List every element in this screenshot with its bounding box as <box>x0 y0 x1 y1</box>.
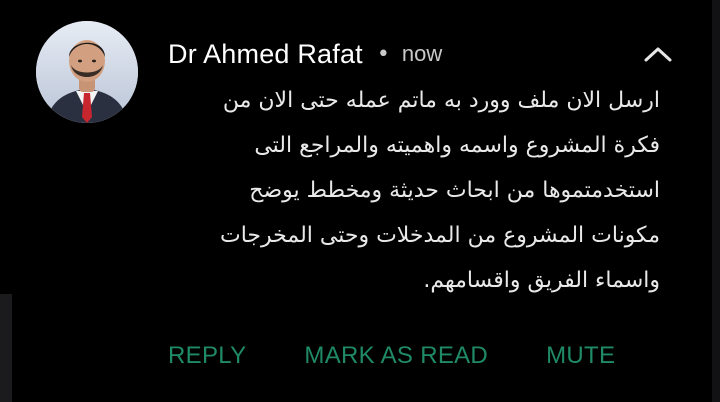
message-line: ارسل الان ملف وورد به ماتم عمله حتى الان… <box>222 88 660 113</box>
background-edge-right <box>712 0 720 402</box>
mute-button[interactable]: MUTE <box>546 342 615 370</box>
message-body: ارسل الان ملف وورد به ماتم عمله حتى الان… <box>160 78 660 303</box>
collapse-button[interactable] <box>640 39 676 69</box>
message-line: فكرة المشروع واسمه واهميته والمراجع التى <box>254 133 660 158</box>
message-line: مكونات المشروع من المدخلات وحتى المخرجات <box>220 223 660 248</box>
message-line: واسماء الفريق واقسامهم. <box>423 268 660 293</box>
chevron-up-icon <box>644 47 672 62</box>
notification-actions: REPLY MARK AS READ MUTE <box>168 336 615 376</box>
profile-photo-icon <box>36 21 138 123</box>
message-line: استخدمتموها من ابحاث حديثة ومخطط يوضح <box>249 178 660 203</box>
timestamp: now <box>401 41 443 66</box>
avatar <box>36 21 138 123</box>
sender-name: Dr Ahmed Rafat <box>168 38 363 69</box>
background-edge-left <box>0 294 12 402</box>
notification-card[interactable]: Dr Ahmed Rafat • now ارسل الان ملف وورد … <box>12 0 712 402</box>
reply-button[interactable]: REPLY <box>168 342 246 370</box>
notification-header: Dr Ahmed Rafat • now <box>168 34 442 74</box>
header-separator: • <box>376 41 390 67</box>
mark-as-read-button[interactable]: MARK AS READ <box>304 342 488 370</box>
